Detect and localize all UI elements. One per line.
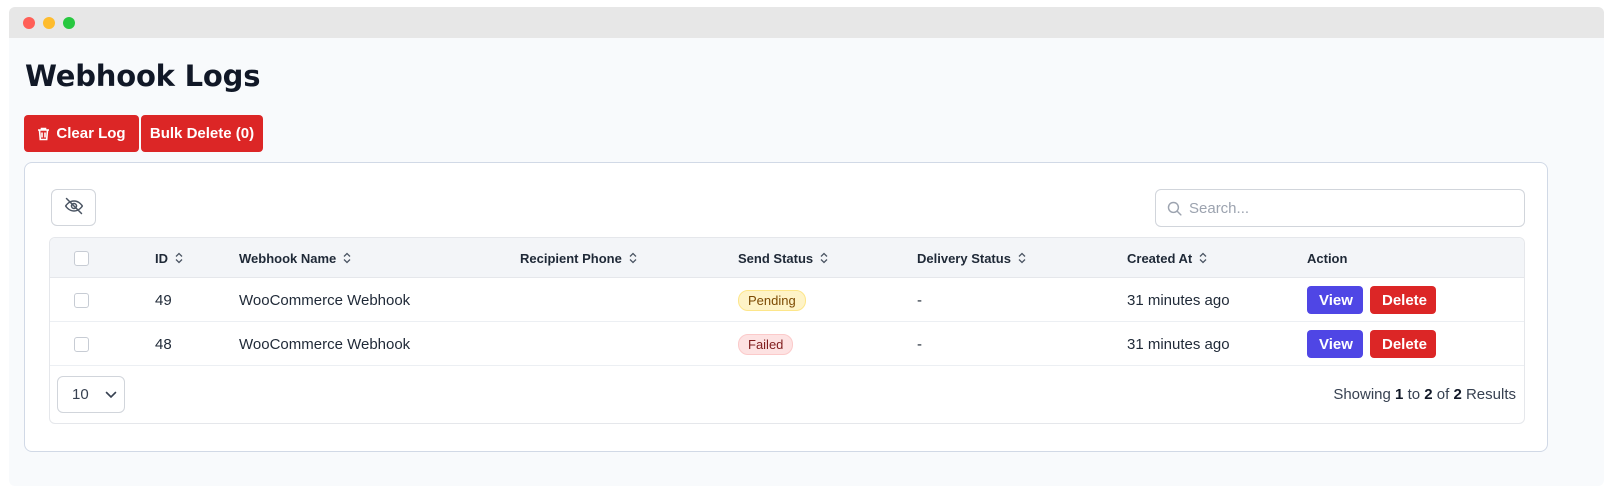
- showing-to: 2: [1424, 386, 1433, 403]
- showing-to-word: to: [1407, 386, 1421, 403]
- row-created-at: 31 minutes ago: [1127, 291, 1230, 309]
- column-header-label: Recipient Phone: [520, 250, 622, 266]
- delete-button[interactable]: Delete: [1370, 286, 1436, 314]
- bulk-delete-button[interactable]: Bulk Delete (0): [141, 115, 263, 152]
- table-footer: 10 Showing 1 to 2 of 2 Results: [50, 366, 1524, 423]
- status-badge: Failed: [738, 333, 794, 355]
- row-id: 49: [155, 291, 172, 309]
- page-title: Webhook Logs: [25, 59, 261, 93]
- window-close-button[interactable]: [23, 16, 35, 29]
- select-all-checkbox[interactable]: [74, 250, 89, 266]
- page-size-value: 10: [72, 386, 89, 403]
- row-webhook-name: WooCommerce Webhook: [239, 335, 411, 353]
- column-header-send-status[interactable]: Send Status: [738, 238, 829, 278]
- select-all-cell: [74, 238, 89, 278]
- window-titlebar: [9, 7, 1604, 38]
- column-header-webhook-name[interactable]: Webhook Name: [239, 238, 352, 278]
- column-header-label: Delivery Status: [917, 250, 1011, 266]
- search-box: [1155, 189, 1525, 227]
- row-delivery-status: -: [917, 291, 922, 309]
- column-header-action: Action: [1307, 238, 1347, 278]
- row-created-at: 31 minutes ago: [1127, 335, 1230, 353]
- column-header-label: Webhook Name: [239, 250, 337, 266]
- showing-of-word: of: [1436, 386, 1450, 403]
- page-size-select[interactable]: 10: [57, 376, 125, 413]
- column-header-id[interactable]: ID: [155, 238, 184, 278]
- row-delivery-status: -: [917, 335, 922, 353]
- table-row: 49 WooCommerce Webhook Pending - 31 minu…: [50, 278, 1524, 322]
- column-visibility-button[interactable]: [51, 189, 96, 226]
- delete-button[interactable]: Delete: [1370, 330, 1436, 358]
- sort-icon: [628, 252, 638, 264]
- eye-off-icon: [64, 196, 84, 219]
- search-icon: [1166, 200, 1183, 217]
- sort-icon: [1017, 252, 1027, 264]
- column-header-delivery-status[interactable]: Delivery Status: [917, 238, 1027, 278]
- showing-suffix: Results: [1465, 386, 1516, 403]
- column-header-created-at[interactable]: Created At: [1127, 238, 1208, 278]
- column-header-label: Send Status: [738, 250, 814, 266]
- column-header-label: ID: [155, 250, 168, 266]
- column-header-recipient-phone[interactable]: Recipient Phone: [520, 238, 638, 278]
- view-button[interactable]: View: [1307, 330, 1363, 358]
- logs-card: ID Webhook Name Recipient Phone: [24, 162, 1548, 452]
- trash-icon: [37, 127, 50, 141]
- logs-table: ID Webhook Name Recipient Phone Send Sta…: [49, 237, 1525, 424]
- clear-log-label: Clear Log: [56, 125, 126, 142]
- window-minimize-button[interactable]: [43, 16, 55, 29]
- table-row: 48 WooCommerce Webhook Failed - 31 minut…: [50, 322, 1524, 366]
- status-badge: Pending: [738, 289, 806, 311]
- sort-icon: [1198, 252, 1208, 264]
- pagination-summary: Showing 1 to 2 of 2 Results: [1333, 386, 1516, 403]
- window-maximize-button[interactable]: [63, 16, 75, 29]
- sort-icon: [174, 252, 184, 264]
- row-webhook-name: WooCommerce Webhook: [239, 291, 411, 309]
- row-id: 48: [155, 335, 172, 353]
- view-button[interactable]: View: [1307, 286, 1363, 314]
- table-header: ID Webhook Name Recipient Phone Send Sta…: [50, 238, 1524, 278]
- chevron-down-icon: [105, 386, 117, 403]
- sort-icon: [819, 252, 829, 264]
- row-checkbox[interactable]: [74, 336, 89, 352]
- search-input[interactable]: [1189, 199, 1509, 217]
- showing-total: 2: [1453, 386, 1462, 403]
- clear-log-button[interactable]: Clear Log: [24, 115, 139, 152]
- app-window: Webhook Logs Clear Log Bulk Delete (0) S…: [9, 7, 1604, 486]
- showing-prefix: Showing: [1333, 386, 1391, 403]
- sort-icon: [342, 252, 352, 264]
- row-checkbox[interactable]: [74, 292, 89, 308]
- column-header-label: Created At: [1127, 250, 1193, 266]
- column-header-label: Action: [1307, 250, 1348, 266]
- showing-from: 1: [1395, 386, 1404, 403]
